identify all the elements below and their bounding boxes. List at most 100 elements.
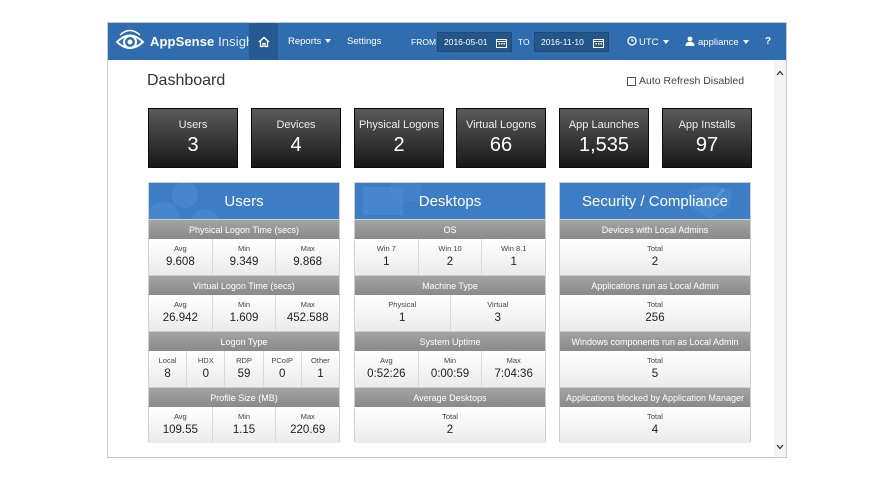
timezone-menu[interactable]: UTC [627,36,669,48]
system-uptime-section: System Uptime Avg 0:52:26 Min 0:00:59 Max 7… [355,331,545,387]
metric-value: 452.588 [286,312,329,324]
apps-local-admin-section: Applications run as Local Admin Total 256 [560,275,750,331]
metric-value: 59 [237,368,251,380]
metric-total: Total 2 [560,239,750,275]
metric-label: Min [237,300,251,309]
desktops-panel-title: Desktops [418,193,482,210]
section-title: Profile Size (MB) [149,388,339,407]
metric-label: Win 8.1 [500,244,527,253]
stat-tile-virtual-logons[interactable]: Virtual Logons 66 [456,108,546,168]
calendar-icon[interactable] [496,38,507,48]
metric-label: Win 10 [438,244,462,253]
metric-value: 109.55 [162,424,198,436]
reports-menu[interactable]: Reports [288,36,332,47]
metric-label: Min [237,244,251,253]
stat-value: 1,535 [578,134,630,156]
metric-pcoip: PCoIP 0 [262,351,301,387]
stat-tile-users[interactable]: Users 3 [148,108,238,168]
auto-refresh-toggle[interactable]: Auto Refresh Disabled [627,75,744,87]
desktops-panel: Desktops OS Win 7 1 Win 10 2 Win 8.1 1 Mach… [354,182,546,443]
section-title: System Uptime [355,332,545,351]
section-values: Win 7 1 Win 10 2 Win 8.1 1 [355,239,545,275]
from-date-value: 2016-05-01 [444,37,488,47]
stat-tile-app-launches[interactable]: App Launches 1,535 [559,108,649,168]
metric-total: Total 4 [560,407,750,443]
section-values: Avg 9.608 Min 9.349 Max 9.868 [149,239,339,275]
users-panel: Users Physical Logon Time (secs) Avg 9.60… [148,182,340,443]
stat-value: 66 [489,134,513,156]
section-title: Physical Logon Time (secs) [149,220,339,239]
to-date-input[interactable]: 2016-11-10 [534,32,609,52]
section-title: OS [355,220,545,239]
section-values: Physical 1 Virtual 3 [355,295,545,331]
metric-label: PCoIP [271,356,294,365]
security-panel-title: Security / Compliance [582,193,728,210]
metric-min: Min 9.349 [211,239,276,275]
metric-value: 4 [651,424,659,436]
metric-value: 7:04:36 [494,368,533,380]
stat-label: Physical Logons [358,119,440,131]
section-title: Average Desktops [355,388,545,407]
stat-tile-app-installs[interactable]: App Installs 97 [662,108,752,168]
metric-value: 2 [446,424,454,436]
section-values: Total 4 [560,407,750,443]
metric-min: Min 0:00:59 [417,351,482,387]
metric-label: Win 7 [376,244,396,253]
metric-local: Local 8 [149,351,186,387]
metric-other: Other 1 [300,351,339,387]
brand-name[interactable]: AppSense Insight [150,34,257,49]
metric-value: 9.868 [293,256,323,268]
section-title: Logon Type [149,332,339,351]
clock-icon [627,36,637,46]
metric-value: 0 [279,368,286,380]
metric-max: Max 452.588 [275,295,339,331]
user-icon [685,36,695,46]
stat-tile-devices[interactable]: Devices 4 [251,108,341,168]
home-button[interactable] [249,23,278,60]
auto-refresh-checkbox[interactable] [627,76,636,86]
brand-strong: AppSense [150,34,215,49]
metric-total: Total 256 [560,295,750,331]
section-title: Windows components run as Local Admin [560,332,750,351]
average-desktops-section: Average Desktops Total 2 [355,387,545,443]
appsense-eye-logo-icon[interactable] [114,27,146,56]
scroll-down-icon[interactable] [776,444,784,450]
metric-value: 2 [651,256,659,268]
section-title: Devices with Local Admins [560,220,750,239]
section-title: Applications run as Local Admin [560,276,750,295]
page-title: Dashboard [147,72,226,89]
metric-label: Total [442,412,458,421]
desktops-panel-header[interactable]: Desktops [355,183,545,219]
user-menu[interactable]: appliance [685,36,749,48]
help-button[interactable]: ? [765,36,771,47]
metric-value: 9.349 [229,256,259,268]
metric-avg: Avg 9.608 [149,239,212,275]
scroll-up-icon[interactable] [776,70,784,76]
section-title: Virtual Logon Time (secs) [149,276,339,295]
metric-value: 2 [446,256,454,268]
metric-label: Other [311,356,330,365]
settings-link[interactable]: Settings [347,36,381,47]
profile-size-section: Profile Size (MB) Avg 109.55 Min 1.15 Max 2… [149,387,339,443]
section-values: Avg 109.55 Min 1.15 Max 220.69 [149,407,339,443]
metric-value: 1.15 [232,424,256,436]
metric-label: Local [158,356,177,365]
vertical-scrollbar[interactable] [774,60,786,457]
from-date-input[interactable]: 2016-05-01 [437,32,512,52]
users-panel-header[interactable]: Users [149,183,339,219]
security-panel-header[interactable]: Security / Compliance [560,183,750,219]
os-section: OS Win 7 1 Win 10 2 Win 8.1 1 [355,219,545,275]
section-title: Applications blocked by Application Mana… [560,388,750,407]
to-label: TO [518,37,530,47]
stat-label: App Installs [678,119,736,131]
stat-value: 97 [695,134,719,156]
stat-label: Devices [276,119,316,131]
metric-label: Virtual [487,300,509,309]
metric-value: 1 [399,312,406,324]
stat-label: Users [178,119,208,131]
machine-type-section: Machine Type Physical 1 Virtual 3 [355,275,545,331]
calendar-icon[interactable] [593,38,604,48]
metric-value: 0 [202,368,209,380]
stat-tile-physical-logons[interactable]: Physical Logons 2 [354,108,444,168]
users-panel-title: Users [224,193,264,210]
